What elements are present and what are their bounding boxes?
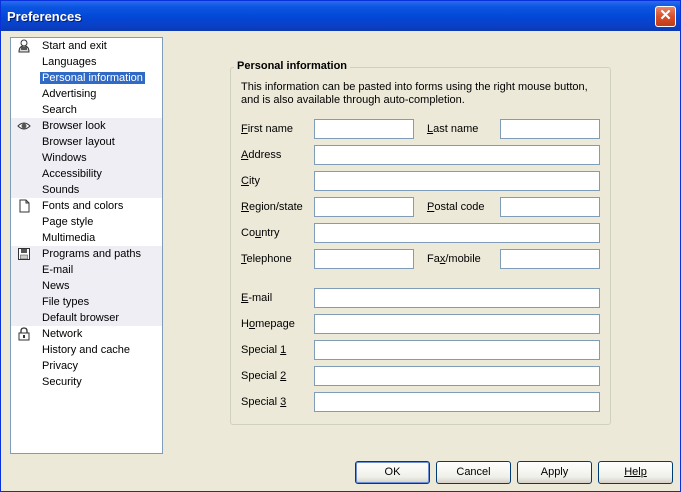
nav-item-privacy[interactable]: Privacy	[11, 358, 162, 374]
city-field[interactable]	[314, 171, 600, 191]
address-field[interactable]	[314, 145, 600, 165]
nav-item-windows[interactable]: Windows	[11, 150, 162, 166]
nav-group-network: Network History and cache Privacy Securi…	[11, 326, 162, 390]
special-1-field[interactable]	[314, 340, 600, 360]
nav-item-news[interactable]: News	[11, 278, 162, 294]
close-icon: ✕	[659, 7, 672, 24]
fax-mobile-label: Fax/mobile	[427, 253, 481, 265]
special-1-label: Special 1	[241, 344, 287, 356]
nav-item-start-and-exit[interactable]: Start and exit	[11, 38, 162, 54]
last-name-field[interactable]	[500, 119, 600, 139]
nav-item-browser-look[interactable]: Browser look	[11, 118, 162, 134]
nav-item-security[interactable]: Security	[11, 374, 162, 390]
telephone-label: Telephone	[241, 253, 292, 265]
window-title: Preferences	[7, 9, 82, 24]
nav-item-default-browser[interactable]: Default browser	[11, 310, 162, 326]
title-bar[interactable]: Preferences ✕	[1, 1, 680, 31]
nav-item-accessibility[interactable]: Accessibility	[11, 166, 162, 182]
region-state-field[interactable]	[314, 197, 414, 217]
nav-group-display: Fonts and colors Page style Multimedia	[11, 198, 162, 246]
nav-group-programs: Programs and paths E-mail News File type…	[11, 246, 162, 326]
groupbox-title: Personal information	[234, 60, 351, 72]
nav-item-browser-layout[interactable]: Browser layout	[11, 134, 162, 150]
special-2-label: Special 2	[241, 370, 287, 382]
address-label: Address	[241, 149, 282, 161]
nav-item-languages[interactable]: Languages	[11, 54, 162, 70]
telephone-field[interactable]	[314, 249, 414, 269]
nav-group-browser: Browser look Browser layout Windows Acce…	[11, 118, 162, 198]
homepage-field[interactable]	[314, 314, 600, 334]
nav-item-personal-information[interactable]: Personal information	[11, 70, 162, 86]
cancel-button[interactable]: Cancel	[436, 461, 511, 484]
region-state-label: Region/state	[241, 201, 303, 213]
email-label: E-mail	[241, 292, 273, 304]
country-field[interactable]	[314, 223, 600, 243]
nav-item-page-style[interactable]: Page style	[11, 214, 162, 230]
ok-button[interactable]: OK	[355, 461, 430, 484]
close-button[interactable]: ✕	[655, 6, 676, 27]
nav-item-file-types[interactable]: File types	[11, 294, 162, 310]
nav-item-sounds[interactable]: Sounds	[11, 182, 162, 198]
nav-group-general: Start and exit Languages Personal inform…	[11, 38, 162, 118]
special-3-label: Special 3	[241, 396, 287, 408]
email-field[interactable]	[314, 288, 600, 308]
nav-item-search[interactable]: Search	[11, 102, 162, 118]
first-name-label: First name	[241, 123, 293, 135]
postal-code-label: Postal code	[427, 201, 485, 213]
fax-mobile-field[interactable]	[500, 249, 600, 269]
special-3-field[interactable]	[314, 392, 600, 412]
nav-item-multimedia[interactable]: Multimedia	[11, 230, 162, 246]
first-name-field[interactable]	[314, 119, 414, 139]
country-label: Country	[241, 227, 280, 239]
nav-item-network[interactable]: Network	[11, 326, 162, 342]
nav-item-fonts-and-colors[interactable]: Fonts and colors	[11, 198, 162, 214]
last-name-label: Last name	[427, 123, 479, 135]
city-label: City	[241, 175, 260, 187]
help-button[interactable]: Help	[598, 461, 673, 484]
apply-button[interactable]: Apply	[517, 461, 592, 484]
preferences-nav-list: Start and exit Languages Personal inform…	[10, 37, 163, 454]
nav-item-advertising[interactable]: Advertising	[11, 86, 162, 102]
nav-item-email[interactable]: E-mail	[11, 262, 162, 278]
nav-item-programs-and-paths[interactable]: Programs and paths	[11, 246, 162, 262]
panel-description: This information can be pasted into form…	[241, 81, 588, 106]
homepage-label: Homepage	[241, 318, 295, 330]
special-2-field[interactable]	[314, 366, 600, 386]
postal-code-field[interactable]	[500, 197, 600, 217]
preferences-window: Preferences ✕ Start and exit Languages P…	[0, 0, 681, 492]
nav-item-history-and-cache[interactable]: History and cache	[11, 342, 162, 358]
